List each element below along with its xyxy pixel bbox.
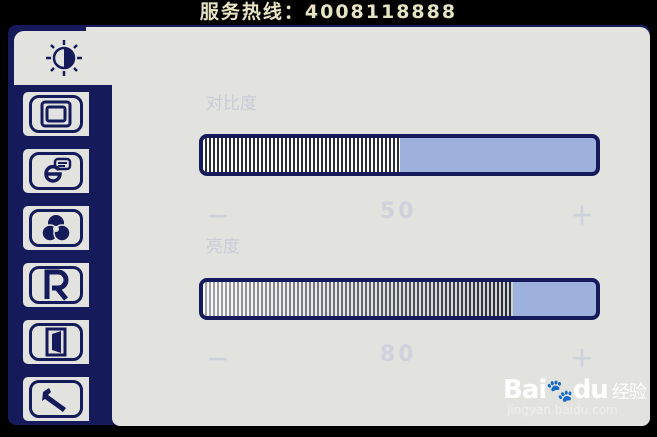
panel-top (86, 27, 650, 63)
position-icon (40, 100, 72, 128)
hotline-text: 服务热线：4008118888 (199, 1, 458, 23)
baidu-watermark: Bai🐾du 经验 jingyan.baidu.com (503, 375, 647, 417)
color-icon (41, 215, 71, 242)
input-icon (45, 327, 67, 357)
contrast-icon (46, 40, 82, 76)
tab-display-position[interactable] (20, 89, 92, 139)
brightness-slider-fill (203, 282, 514, 316)
tab-settings[interactable] (20, 374, 92, 424)
reset-icon (44, 269, 69, 301)
contrast-slider[interactable] (199, 134, 600, 176)
tab-reset[interactable] (20, 260, 92, 310)
contrast-slider-fill (203, 138, 400, 172)
tab-input[interactable] (20, 317, 92, 367)
brightness-slider[interactable] (199, 278, 600, 320)
watermark-url: jingyan.baidu.com (507, 403, 618, 417)
tab-language[interactable] (20, 146, 92, 196)
wrench-icon (42, 388, 66, 412)
brightness-decrease[interactable]: － (206, 340, 230, 375)
contrast-decrease[interactable]: － (206, 197, 230, 232)
contrast-value: 50 (380, 199, 417, 224)
contrast-label: 对比度 (206, 94, 257, 114)
contrast-increase[interactable]: ＋ (570, 196, 594, 231)
brightness-label: 亮度 (206, 237, 240, 257)
language-icon (44, 157, 72, 183)
brightness-increase[interactable]: ＋ (570, 339, 594, 374)
brightness-value: 80 (380, 342, 417, 367)
tab-brightness-contrast[interactable] (14, 31, 114, 85)
tab-color[interactable] (20, 203, 92, 253)
